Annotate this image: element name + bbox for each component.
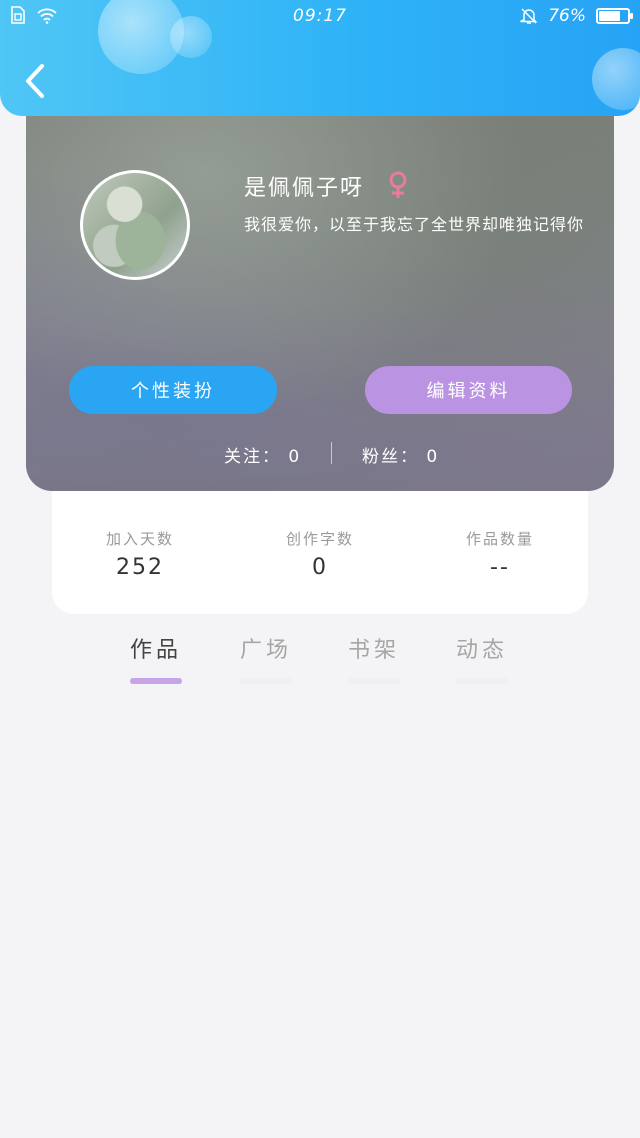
tab-indicator bbox=[240, 678, 292, 684]
tab-feed[interactable]: 动态 bbox=[452, 632, 512, 684]
status-right: 76% bbox=[520, 6, 633, 26]
stat-word-count: 创作字数 0 bbox=[250, 528, 390, 580]
tab-indicator bbox=[130, 678, 182, 684]
battery-fill bbox=[599, 11, 620, 21]
battery-percent: 76% bbox=[548, 6, 586, 26]
following-count[interactable]: 关注： 0 bbox=[224, 442, 301, 467]
back-button[interactable] bbox=[20, 62, 54, 100]
nickname: 是佩佩子呀 bbox=[244, 176, 365, 201]
stat-works-count: 作品数量 -- bbox=[430, 528, 570, 580]
stat-value: -- bbox=[490, 555, 510, 580]
stat-value: 252 bbox=[116, 555, 164, 580]
tab-label: 作品 bbox=[129, 638, 182, 663]
follow-stats: 关注： 0 粉丝： 0 bbox=[26, 438, 614, 467]
stat-label: 创作字数 bbox=[285, 530, 354, 548]
chevron-left-icon bbox=[26, 64, 44, 98]
profile-card: 是佩佩子呀 我很爱你，以至于我忘了全世界却唯独记得你 个性装扮 编辑资料 关注：… bbox=[26, 96, 614, 491]
dress-up-button[interactable]: 个性装扮 bbox=[69, 366, 277, 414]
content-tabs: 作品 广场 书架 动态 bbox=[0, 632, 640, 692]
bio-text: 我很爱你，以至于我忘了全世界却唯独记得你 bbox=[244, 215, 585, 234]
stats-card: 加入天数 252 创作字数 0 作品数量 -- bbox=[52, 470, 588, 614]
tab-label: 动态 bbox=[455, 638, 508, 663]
tab-indicator bbox=[456, 678, 508, 684]
divider bbox=[331, 442, 332, 464]
decor-bubble bbox=[592, 48, 640, 110]
tab-label: 广场 bbox=[239, 638, 292, 663]
tab-works[interactable]: 作品 bbox=[126, 632, 186, 684]
tab-indicator bbox=[348, 678, 400, 684]
stat-join-days: 加入天数 252 bbox=[70, 528, 210, 580]
stat-label: 加入天数 bbox=[105, 530, 174, 548]
status-bar: 09:17 76% bbox=[0, 0, 640, 34]
tab-label: 书架 bbox=[347, 638, 400, 663]
stat-label: 作品数量 bbox=[465, 530, 534, 548]
battery-icon bbox=[596, 8, 633, 24]
edit-profile-button[interactable]: 编辑资料 bbox=[365, 366, 572, 414]
tab-bookshelf[interactable]: 书架 bbox=[344, 632, 404, 684]
fans-count[interactable]: 粉丝： 0 bbox=[362, 442, 439, 467]
female-icon bbox=[386, 170, 410, 204]
stat-value: 0 bbox=[312, 555, 328, 580]
top-header: 09:17 76% bbox=[0, 0, 640, 116]
tab-square[interactable]: 广场 bbox=[236, 632, 296, 684]
avatar[interactable] bbox=[80, 170, 190, 280]
mute-bell-icon bbox=[520, 8, 538, 24]
